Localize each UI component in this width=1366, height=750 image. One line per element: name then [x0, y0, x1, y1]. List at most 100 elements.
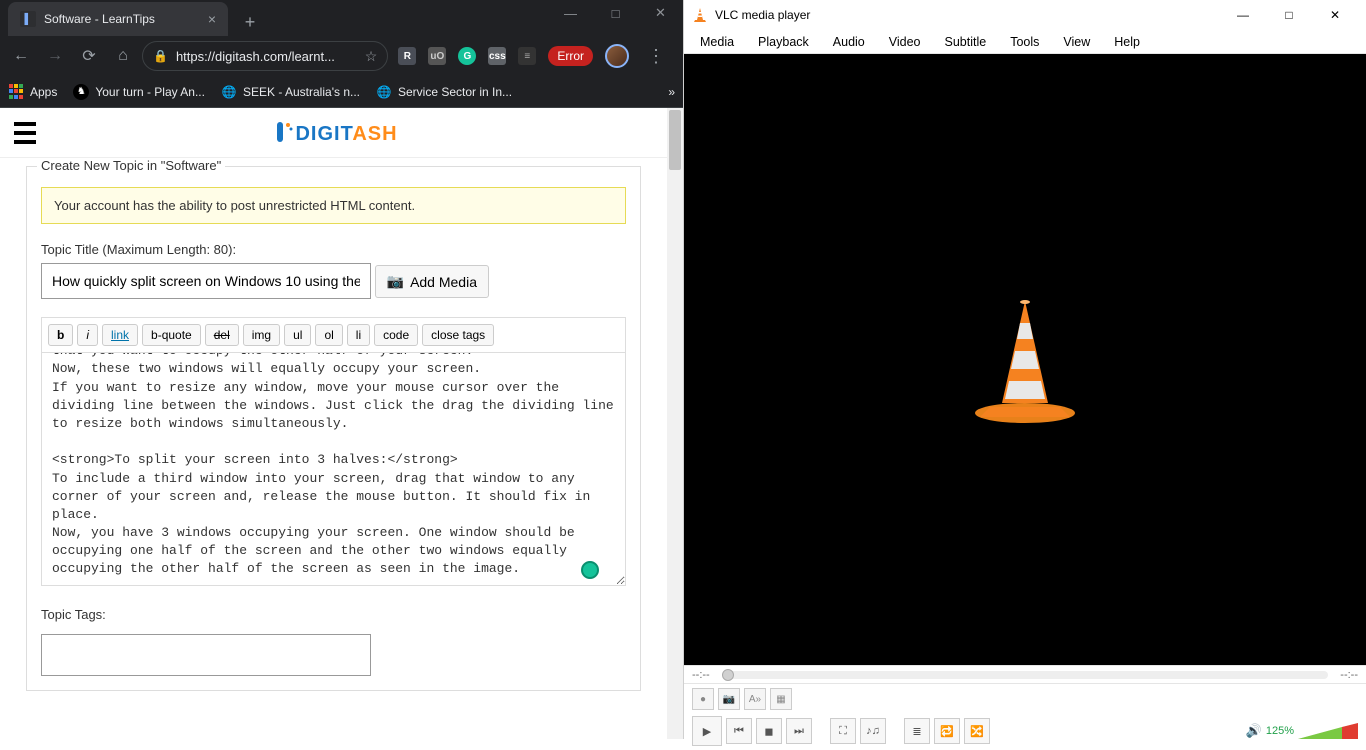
close-window-button[interactable]: ✕ — [1312, 0, 1358, 30]
vlc-extra-buttons: ● 📷 A» ▦ — [684, 684, 1366, 714]
menu-hamburger-icon[interactable] — [14, 118, 44, 148]
site-logo[interactable]: DIGITASH — [269, 119, 397, 146]
stop-button[interactable]: ◼ — [756, 718, 782, 744]
minimize-button[interactable]: — — [548, 0, 593, 28]
menu-tools[interactable]: Tools — [998, 32, 1051, 52]
qt-bold[interactable]: b — [48, 324, 73, 346]
webpage: DIGITASH Create New Topic in "Software" … — [0, 108, 667, 739]
page-scrollbar[interactable] — [667, 108, 683, 739]
topic-title-label: Topic Title (Maximum Length: 80): — [41, 242, 626, 257]
record-button[interactable]: ● — [692, 688, 714, 710]
loop-button[interactable]: 🔁 — [934, 718, 960, 744]
menu-audio[interactable]: Audio — [821, 32, 877, 52]
menu-media[interactable]: Media — [688, 32, 746, 52]
menu-playback[interactable]: Playback — [746, 32, 821, 52]
qt-code[interactable]: code — [374, 324, 418, 346]
topic-tags-label: Topic Tags: — [41, 607, 626, 622]
menu-help[interactable]: Help — [1102, 32, 1152, 52]
chrome-window-controls: — □ ✕ — [548, 0, 683, 28]
bookmarks-overflow[interactable]: » — [668, 85, 675, 99]
reload-button[interactable]: ⟳ — [74, 41, 104, 71]
volume-percent: 125% — [1266, 725, 1294, 737]
qt-img[interactable]: img — [243, 324, 280, 346]
next-button[interactable]: ⏭ — [786, 718, 812, 744]
volume-slider[interactable] — [1298, 721, 1358, 741]
globe-icon: 🌐 — [221, 84, 237, 100]
qt-ol[interactable]: ol — [315, 324, 342, 346]
frame-step-button[interactable]: ▦ — [770, 688, 792, 710]
qt-close[interactable]: close tags — [422, 324, 494, 346]
profile-avatar[interactable] — [605, 44, 629, 68]
qt-bquote[interactable]: b-quote — [142, 324, 201, 346]
maximize-button[interactable]: □ — [1266, 0, 1312, 30]
vlc-controls: ● 📷 A» ▦ ▶ ⏮ ◼ ⏭ ⛶ ♪♫ ≣ 🔁 🔀 🔊 125% — [684, 683, 1366, 739]
tab-title: Software - LearnTips — [44, 12, 155, 26]
extension-icon[interactable]: ≡ — [518, 47, 536, 65]
vlc-window-controls: — □ ✕ — [1220, 0, 1358, 30]
grammarly-icon[interactable]: G — [458, 47, 476, 65]
apps-button[interactable]: Apps — [8, 84, 57, 100]
address-bar[interactable]: 🔒 https://digitash.com/learnt... ☆ — [142, 41, 388, 71]
qt-link[interactable]: link — [102, 324, 138, 346]
topic-tags-input[interactable] — [41, 634, 371, 676]
vlc-titlebar: VLC media player — □ ✕ — [684, 0, 1366, 30]
bookmark-item[interactable]: 🌐Service Sector in In... — [376, 84, 512, 100]
extension-icon[interactable]: uO — [428, 47, 446, 65]
site-icon: ♞ — [73, 84, 89, 100]
seek-slider[interactable] — [722, 671, 1329, 679]
tab-strip: ▌ Software - LearnTips × + — □ ✕ — [0, 0, 683, 36]
browser-toolbar: ← → ⟳ ⌂ 🔒 https://digitash.com/learnt...… — [0, 36, 683, 76]
play-button[interactable]: ▶ — [692, 716, 722, 746]
extension-icon[interactable]: R — [398, 47, 416, 65]
grammarly-badge-icon[interactable] — [581, 561, 599, 579]
browser-tab[interactable]: ▌ Software - LearnTips × — [8, 2, 228, 36]
vlc-main-buttons: ▶ ⏮ ◼ ⏭ ⛶ ♪♫ ≣ 🔁 🔀 🔊 125% — [684, 714, 1366, 750]
chrome-menu-icon[interactable]: ⋮ — [641, 41, 671, 71]
error-badge[interactable]: Error — [548, 46, 593, 66]
qt-italic[interactable]: i — [77, 324, 98, 346]
snapshot-button[interactable]: 📷 — [718, 688, 740, 710]
close-tab-icon[interactable]: × — [208, 11, 216, 27]
fullscreen-button[interactable]: ⛶ — [830, 718, 856, 744]
back-button[interactable]: ← — [6, 41, 36, 71]
bookmarks-bar: Apps ♞Your turn - Play An... 🌐SEEK - Aus… — [0, 76, 683, 108]
qt-ul[interactable]: ul — [284, 324, 311, 346]
menu-video[interactable]: Video — [877, 32, 933, 52]
home-button[interactable]: ⌂ — [108, 41, 138, 71]
new-tab-button[interactable]: + — [236, 8, 264, 36]
vlc-window: VLC media player — □ ✕ Media Playback Au… — [683, 0, 1366, 739]
vlc-cone-icon — [970, 295, 1080, 425]
maximize-button[interactable]: □ — [593, 0, 638, 28]
quicktags-toolbar: b i link b-quote del img ul ol li code c… — [41, 317, 626, 352]
qt-li[interactable]: li — [347, 324, 370, 346]
content-editor[interactable] — [41, 352, 626, 586]
html-ability-notice: Your account has the ability to post unr… — [41, 187, 626, 224]
atob-loop-button[interactable]: A» — [744, 688, 766, 710]
video-area[interactable] — [684, 54, 1366, 665]
forward-button[interactable]: → — [40, 41, 70, 71]
close-window-button[interactable]: ✕ — [638, 0, 683, 28]
bookmark-star-icon[interactable]: ☆ — [365, 48, 378, 65]
bookmark-item[interactable]: ♞Your turn - Play An... — [73, 84, 205, 100]
qt-del[interactable]: del — [205, 324, 239, 346]
vlc-title-text: VLC media player — [715, 8, 1220, 22]
add-media-button[interactable]: 📷 Add Media — [375, 265, 489, 298]
scroll-thumb[interactable] — [669, 110, 681, 170]
previous-button[interactable]: ⏮ — [726, 718, 752, 744]
vlc-menubar: Media Playback Audio Video Subtitle Tool… — [684, 30, 1366, 54]
extended-settings-button[interactable]: ♪♫ — [860, 718, 886, 744]
mute-icon[interactable]: 🔊 — [1246, 723, 1262, 739]
menu-subtitle[interactable]: Subtitle — [933, 32, 999, 52]
menu-view[interactable]: View — [1051, 32, 1102, 52]
fieldset-legend: Create New Topic in "Software" — [37, 158, 225, 173]
lock-icon: 🔒 — [153, 49, 168, 63]
playlist-button[interactable]: ≣ — [904, 718, 930, 744]
extension-icon[interactable]: css — [488, 47, 506, 65]
bookmark-item[interactable]: 🌐SEEK - Australia's n... — [221, 84, 360, 100]
minimize-button[interactable]: — — [1220, 0, 1266, 30]
globe-icon: 🌐 — [376, 84, 392, 100]
total-time: --:-- — [1340, 669, 1358, 681]
media-icon: 📷 — [387, 273, 404, 290]
topic-title-input[interactable] — [41, 263, 371, 299]
shuffle-button[interactable]: 🔀 — [964, 718, 990, 744]
